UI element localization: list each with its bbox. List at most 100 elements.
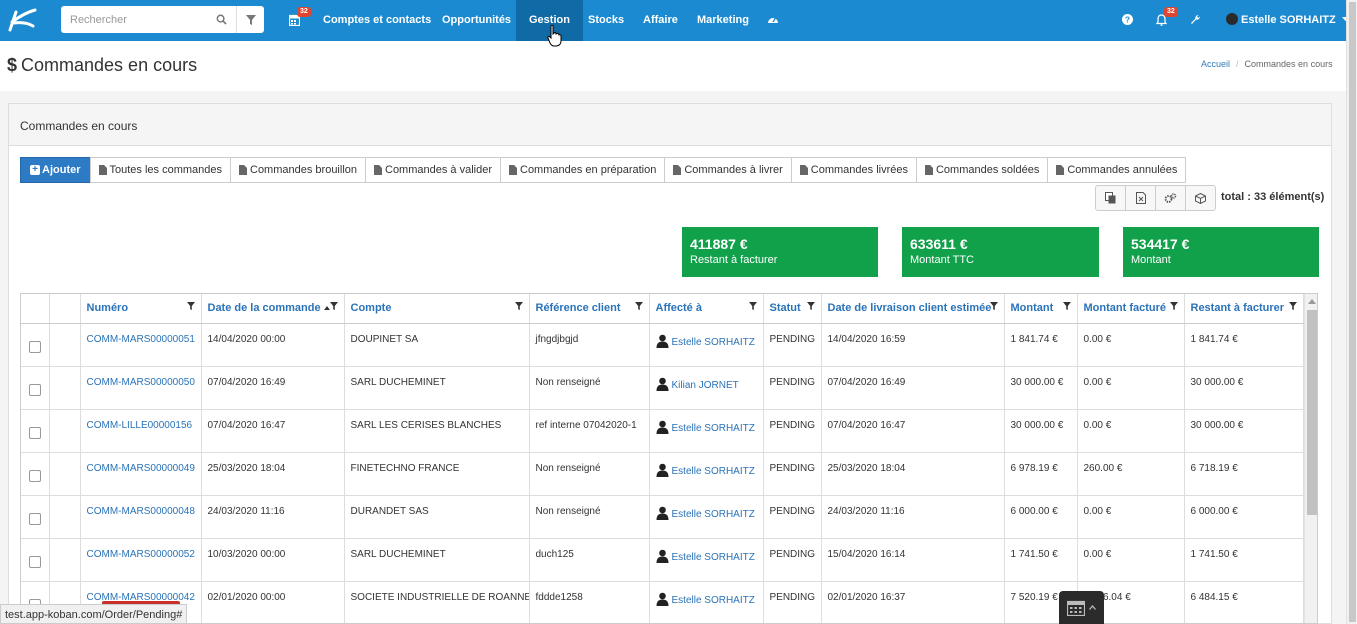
table-row[interactable]: COMM-MARS00000050 07/04/2020 16:49 SARL DU… [21, 366, 1304, 410]
assignee-link[interactable]: Estelle SORHAITZ [672, 552, 755, 563]
cell-numero-link[interactable]: COMM-LILLE00000156 [80, 409, 202, 453]
settings-button[interactable] [1190, 14, 1201, 28]
header-montant[interactable]: Montant [1004, 294, 1078, 324]
page-scrollbar[interactable] [1346, 0, 1357, 624]
cell-numero-link[interactable]: COMM-MARS00000048 [80, 495, 202, 539]
filter-icon[interactable] [329, 301, 338, 313]
tab-commandes-a-valider[interactable]: Commandes à valider [365, 157, 501, 183]
add-order-button[interactable]: + Ajouter [20, 157, 91, 183]
table-row[interactable]: COMM-MARS00000051 14/04/2020 00:00 DOUPINE… [21, 323, 1304, 367]
search-box [61, 6, 264, 33]
header-restant-a-facturer[interactable]: Restant à facturer [1184, 294, 1304, 324]
row-checkbox[interactable] [28, 512, 41, 525]
table-row[interactable]: COMM-LILLE00000156 07/04/2020 16:47 SARL L… [21, 409, 1304, 453]
tab-commandes-brouillon[interactable]: Commandes brouillon [230, 157, 366, 183]
tab-commandes-annulees[interactable]: Commandes annulées [1047, 157, 1187, 183]
cell-numero-link[interactable]: COMM-MARS00000049 [80, 452, 202, 496]
tab-toutes-commandes[interactable]: Toutes les commandes [89, 157, 231, 183]
header-date-commande[interactable]: Date de la commande [201, 294, 345, 324]
assignee-link[interactable]: Estelle SORHAITZ [672, 337, 755, 348]
cell-montant: 6 000.00 € [1004, 495, 1078, 539]
cell-reference-client: ref interne 07042020-1 [529, 409, 650, 453]
gears-icon [1164, 192, 1177, 203]
nav-opportunites[interactable]: Opportunités [442, 0, 511, 41]
user-menu[interactable]: Estelle SORHAITZ [1226, 0, 1349, 41]
header-date-livraison[interactable]: Date de livraison client estimée [821, 294, 1005, 324]
header-statut[interactable]: Statut [763, 294, 822, 324]
assignee-link[interactable]: Kilian JORNET [672, 380, 739, 391]
row-checkbox[interactable] [28, 340, 41, 353]
nav-comptes-contacts[interactable]: Comptes et contacts [323, 0, 431, 41]
header-affecte-a[interactable]: Affecté à [649, 294, 764, 324]
row-actions-cell [49, 452, 81, 496]
filter-icon[interactable] [634, 301, 643, 313]
nav-marketing[interactable]: Marketing [697, 0, 749, 41]
assignee-link[interactable]: Estelle SORHAITZ [672, 509, 755, 520]
cell-compte: DURANDET SAS [344, 495, 530, 539]
row-checkbox[interactable] [28, 555, 41, 568]
assignee-link[interactable]: Estelle SORHAITZ [672, 466, 755, 477]
cell-numero-link[interactable]: COMM-MARS00000050 [80, 366, 202, 410]
file-icon [924, 165, 933, 175]
tab-commandes-livrees[interactable]: Commandes livrées [790, 157, 917, 183]
filter-icon[interactable] [514, 301, 523, 313]
tab-commandes-soldees[interactable]: Commandes soldées [915, 157, 1049, 183]
cell-restant-a-facturer: 6 484.15 € [1184, 581, 1304, 623]
row-checkbox[interactable] [28, 383, 41, 396]
search-filter-button[interactable] [236, 6, 264, 33]
stat-label: Montant [1131, 254, 1171, 266]
logo-icon[interactable] [6, 6, 38, 34]
dashboard-button[interactable] [767, 14, 779, 28]
cell-numero-link[interactable]: COMM-MARS00000052 [80, 538, 202, 582]
table-row[interactable]: COMM-MARS00000049 25/03/2020 18:04 FINETEC… [21, 452, 1304, 496]
assignee-link[interactable]: Estelle SORHAITZ [672, 595, 755, 606]
cell-date-livraison: 07/04/2020 16:47 [821, 409, 1005, 453]
tab-commandes-a-livrer[interactable]: Commandes à livrer [664, 157, 792, 183]
filter-icon[interactable] [186, 301, 195, 313]
filter-icon[interactable] [748, 301, 757, 313]
cell-montant-facture: 0.00 € [1077, 366, 1185, 410]
breadcrumb-home-link[interactable]: Accueil [1201, 59, 1230, 69]
tab-commandes-en-preparation[interactable]: Commandes en préparation [500, 157, 666, 183]
header-reference-client[interactable]: Référence client [529, 294, 650, 324]
cell-numero-link[interactable]: COMM-MARS00000051 [80, 323, 202, 367]
export-excel-button[interactable] [1125, 185, 1156, 211]
filter-icon[interactable] [806, 301, 815, 313]
cell-affecte-a: Estelle SORHAITZ [649, 581, 764, 623]
cube-button[interactable] [1185, 185, 1216, 211]
cell-restant-a-facturer: 1 841.74 € [1184, 323, 1304, 367]
cell-affecte-a: Estelle SORHAITZ [649, 495, 764, 539]
help-button[interactable]: ? [1122, 14, 1133, 28]
search-input[interactable] [61, 6, 206, 33]
nav-affaire[interactable]: Affaire [643, 0, 678, 41]
table-row[interactable]: COMM-MARS00000042 02/01/2020 00:00 SOCIETE… [21, 581, 1304, 623]
header-montant-facture[interactable]: Montant facturé [1077, 294, 1185, 324]
stat-restant-a-facturer: 411887 € Restant à facturer [682, 227, 878, 277]
cell-compte: SARL DUCHEMINET [344, 538, 530, 582]
filter-icon[interactable] [1169, 301, 1178, 313]
filter-icon[interactable] [1062, 301, 1071, 313]
cell-reference-client: duch125 [529, 538, 650, 582]
column-settings-button[interactable] [1155, 185, 1186, 211]
filter-icon[interactable] [989, 301, 998, 313]
filter-icon[interactable] [1288, 301, 1297, 313]
cell-restant-a-facturer: 30 000.00 € [1184, 366, 1304, 410]
nav-stocks[interactable]: Stocks [588, 0, 624, 41]
file-icon [98, 165, 107, 175]
header-compte[interactable]: Compte [344, 294, 530, 324]
table-row[interactable]: COMM-MARS00000052 10/03/2020 00:00 SARL DU… [21, 538, 1304, 582]
scroll-up-icon[interactable] [1308, 299, 1316, 304]
cell-date-commande: 07/04/2020 16:47 [201, 409, 345, 453]
cell-montant-facture: 260.00 € [1077, 452, 1185, 496]
table-row[interactable]: COMM-MARS00000048 24/03/2020 11:16 DURANDE… [21, 495, 1304, 539]
table-scrollbar[interactable] [1304, 294, 1317, 623]
row-checkbox[interactable] [28, 426, 41, 439]
copy-button[interactable] [1095, 185, 1126, 211]
cell-date-livraison: 25/03/2020 18:04 [821, 452, 1005, 496]
search-button[interactable] [206, 6, 236, 33]
header-numero[interactable]: Numéro [80, 294, 202, 324]
person-icon [656, 463, 668, 477]
calendar-widget-button[interactable] [1059, 591, 1104, 624]
row-checkbox[interactable] [28, 469, 41, 482]
assignee-link[interactable]: Estelle SORHAITZ [672, 423, 755, 434]
